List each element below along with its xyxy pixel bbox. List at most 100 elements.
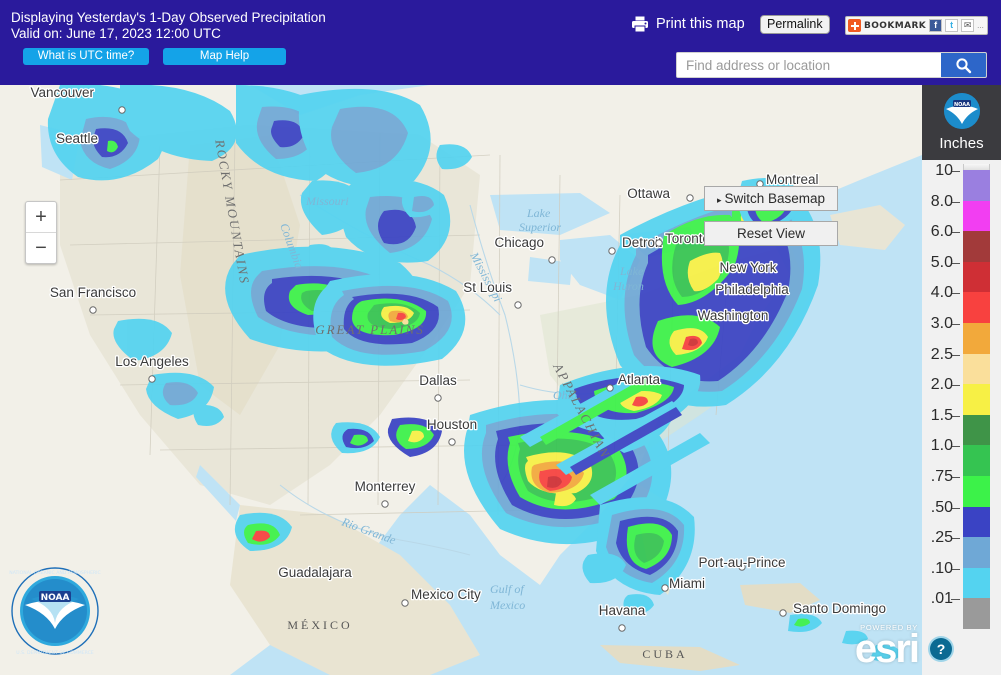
water-label: Lake [526, 206, 551, 220]
legend-value-.75: .75 [930, 468, 953, 485]
legend-swatch-column [963, 170, 990, 629]
city-label: Ottawa [627, 186, 670, 201]
city-label: Montreal [766, 172, 819, 187]
switch-basemap-label: Switch Basemap [724, 191, 826, 206]
city-label: Los Angeles [115, 354, 189, 369]
water-label: Mexico [489, 598, 525, 612]
switch-basemap-button[interactable]: ▸ Switch Basemap [704, 186, 838, 211]
city-label: Houston [427, 417, 477, 432]
noaa-logo-small: NOAA [943, 93, 980, 129]
city-dot [434, 394, 442, 402]
legend-value-.01: .01 [930, 590, 953, 608]
legend-swatch-3.0 [963, 322, 990, 354]
map-canvas[interactable]: Lake Superior Lake Huron Mississippi Missouri… [0, 85, 922, 675]
legend-swatch-4.0 [963, 292, 990, 323]
legend-value-5.0: 5.0 [930, 253, 953, 271]
location-search[interactable] [676, 52, 987, 78]
permalink-button[interactable]: Permalink [760, 15, 830, 34]
city-dot [655, 239, 663, 247]
print-map-label: Print this map [656, 16, 745, 32]
legend-swatch-5.0 [963, 261, 990, 293]
email-icon[interactable]: ✉ [961, 19, 975, 32]
legend-value-2.0: 2.0 [930, 376, 953, 394]
reset-view-button[interactable]: Reset View [704, 221, 838, 246]
legend-value-.10: .10 [930, 559, 953, 577]
noaa-logo: NOAA NATIONAL OCEANIC AND ATMOSPHERIC U.… [9, 565, 101, 657]
bookmark-share-bar[interactable]: BOOKMARK f t ✉ ... [845, 16, 988, 35]
water-label: Huron [612, 279, 644, 293]
more-share-icon[interactable]: ... [977, 21, 984, 30]
legend-swatch-.01 [963, 598, 990, 629]
what-is-utc-button[interactable]: What is UTC time? [23, 48, 149, 65]
city-dot [548, 256, 556, 264]
page-header: Displaying Yesterday's 1-Day Observed Pr… [0, 0, 1001, 85]
city-label: Havana [599, 603, 646, 618]
legend-panel: NOAA Inches 10 8.0 6.0 5.0 4.0 3.0 2.5 2.0 1.5 1.… [922, 85, 1001, 675]
legend-value-10: 10 [935, 162, 953, 179]
zoom-in-button[interactable]: + [26, 202, 56, 233]
legend-value-.50: .50 [930, 498, 953, 516]
legend-swatch-6.0 [963, 231, 990, 262]
valid-time-text: Valid on: June 17, 2023 12:00 UTC [11, 26, 221, 41]
legend-swatch-1.0 [963, 445, 990, 476]
city-label: Santo Domingo [793, 601, 886, 616]
city-label: Chicago [494, 235, 544, 250]
water-label: Superior [519, 220, 561, 234]
city-label: Vancouver [30, 85, 94, 100]
search-button[interactable] [941, 53, 986, 77]
legend-header: NOAA Inches [922, 85, 1001, 160]
region-label: GREAT PLAINS [315, 322, 425, 337]
svg-text:U.S. DEPARTMENT OF COMMERCE: U.S. DEPARTMENT OF COMMERCE [16, 650, 93, 656]
country-label: CUBA [642, 647, 687, 661]
city-label: Monterrey [355, 479, 416, 494]
legend-swatch-10 [963, 170, 990, 201]
city-dot [148, 375, 156, 383]
city-dot [618, 624, 626, 632]
city-label: Philadelphia [715, 282, 789, 297]
map-help-button[interactable]: Map Help [163, 48, 286, 65]
legend-swatch-.10 [963, 567, 990, 599]
legend-swatch-2.0 [963, 384, 990, 415]
legend-value-6.0: 6.0 [930, 223, 953, 241]
printer-icon [630, 15, 650, 33]
city-label: Mexico City [411, 587, 481, 602]
page-title: Displaying Yesterday's 1-Day Observed Pr… [11, 10, 326, 25]
water-label: Lake [619, 264, 644, 278]
svg-text:NATIONAL OCEANIC AND ATMOSPHER: NATIONAL OCEANIC AND ATMOSPHERIC [9, 570, 100, 576]
city-label: Port-au-Prince [698, 555, 785, 570]
city-dot [608, 247, 616, 255]
help-button[interactable]: ? [930, 638, 952, 660]
print-map-button[interactable]: Print this map [630, 13, 745, 35]
country-label: MÉXICO [287, 618, 352, 632]
city-dot [514, 301, 522, 309]
esri-wordmark: esri [854, 627, 920, 671]
legend-swatch-.75 [963, 475, 990, 507]
city-label: Dallas [419, 373, 457, 388]
legend-colorbar: 10 8.0 6.0 5.0 4.0 3.0 2.5 2.0 1.5 1.0 .75 .50 .25 .1… [922, 160, 1001, 675]
zoom-out-button[interactable]: − [26, 233, 56, 264]
search-icon [956, 57, 972, 73]
legend-value-4.0: 4.0 [930, 284, 953, 302]
zoom-control[interactable]: + − [25, 201, 57, 264]
legend-value-.25: .25 [930, 529, 953, 547]
city-label: Washington [698, 308, 769, 323]
city-dot [381, 500, 389, 508]
city-dot [89, 306, 97, 314]
chevron-right-icon: ▸ [716, 195, 722, 205]
twitter-icon[interactable]: t [945, 19, 959, 32]
addthis-plus-icon[interactable] [848, 19, 861, 32]
city-label: New York [719, 260, 776, 275]
city-label: San Francisco [50, 285, 136, 300]
legend-swatch-.25 [963, 537, 990, 568]
svg-text:NOAA: NOAA [41, 593, 70, 603]
esri-logo[interactable]: POWERED BY esri [854, 623, 920, 671]
search-input[interactable] [677, 53, 941, 77]
legend-value-1.0: 1.0 [930, 437, 953, 455]
legend-value-3.0: 3.0 [930, 315, 953, 332]
facebook-icon[interactable]: f [929, 19, 943, 32]
city-dot [448, 438, 456, 446]
city-dot [401, 599, 409, 607]
city-dot [686, 194, 694, 202]
map-graphic: LakeSuperiorLakeHuronMississippiMissouri… [0, 85, 922, 675]
city-label: Miami [669, 576, 705, 591]
